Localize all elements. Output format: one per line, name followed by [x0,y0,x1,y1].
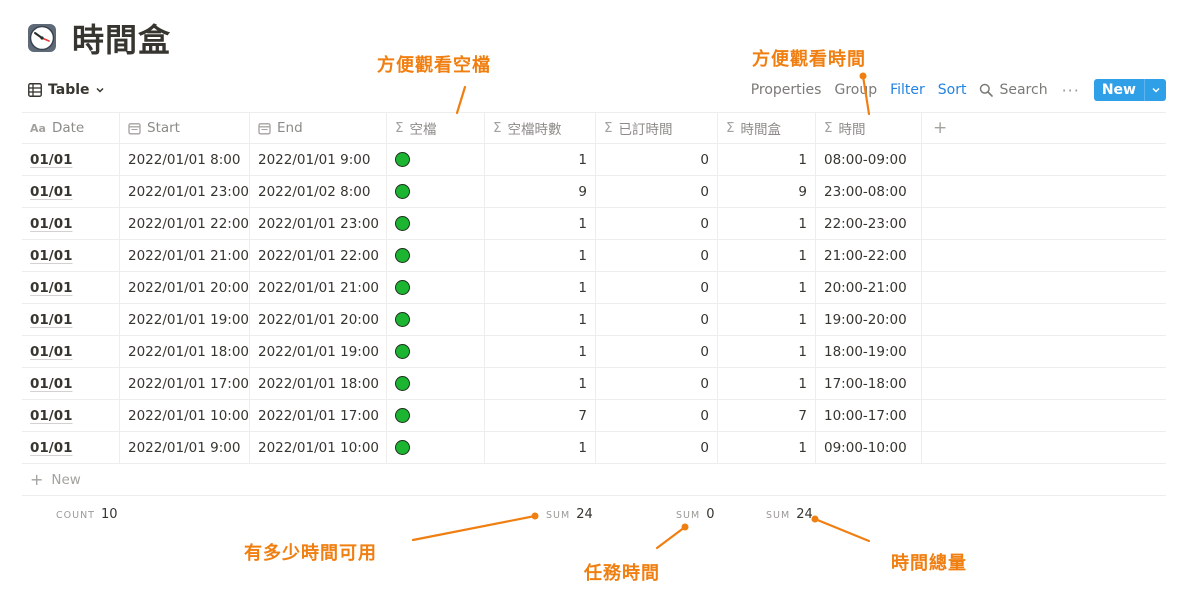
annotation-time-view: 方便觀看時間 [752,49,866,70]
annotation-line [655,525,687,550]
annotation-lines [411,72,871,550]
annotation-task-time: 任務時間 [584,563,660,584]
annotation-free-view: 方便觀看空檔 [377,55,491,76]
annotation-line [455,85,467,115]
annotation-available: 有多少時間可用 [244,543,377,564]
annotation-line [411,514,537,542]
annotation-total-time: 時間總量 [891,553,967,574]
annotation-line [813,517,871,543]
annotation-line [861,74,871,116]
